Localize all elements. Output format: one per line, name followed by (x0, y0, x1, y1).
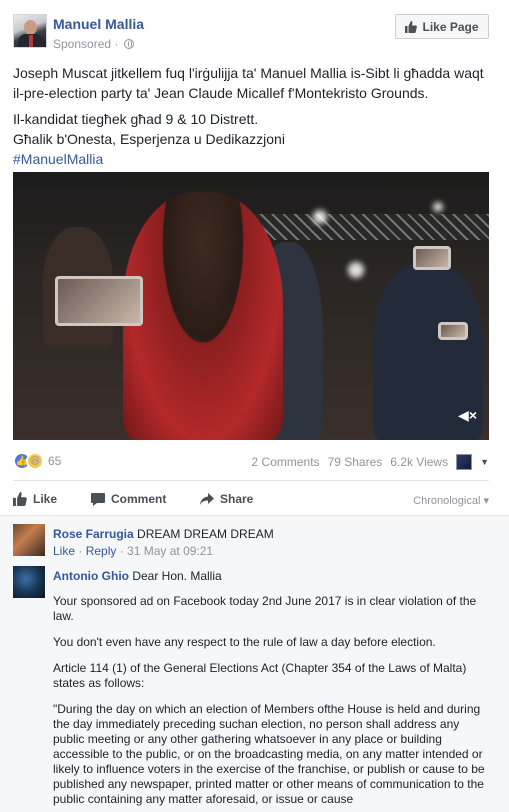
page-avatar[interactable] (13, 14, 47, 48)
post-text-line2a: Il-kandidat tiegħek għad 9 & 10 Distrett… (13, 111, 259, 127)
page-name-link[interactable]: Manuel Mallia (53, 16, 144, 32)
reactions-summary[interactable]: 👍 😆 65 (13, 452, 61, 470)
post-text-line1: Joseph Muscat jitkellem fuq l'irġulijja … (13, 65, 484, 101)
comment-paragraph: "During the day on which an election of … (53, 702, 485, 806)
sharer-avatar[interactable] (456, 454, 473, 470)
hashtag-link[interactable]: #ManuelMallia (13, 149, 497, 169)
views-count: 6.2k Views (390, 455, 449, 469)
comment-button-label: Comment (111, 492, 167, 506)
sponsored-label: Sponsored · (53, 37, 134, 51)
video-truss (243, 214, 489, 240)
thumbs-up-icon (405, 20, 418, 33)
post-actions-bar: Like Comment Share Chronological ▾ (13, 490, 489, 510)
post-header: Manuel Mallia Sponsored · Like Page (0, 0, 509, 58)
haha-reaction-icon: 😆 (26, 452, 44, 470)
comment-timestamp[interactable]: · 31 May at 09:21 (116, 544, 213, 558)
comment-paragraph: Article 114 (1) of the General Elections… (53, 661, 467, 690)
speaker-muted-icon[interactable]: ◀× (458, 407, 477, 424)
commenter-avatar[interactable] (13, 566, 45, 598)
video-player[interactable]: ◀× (13, 172, 489, 440)
comment-sort-dropdown[interactable]: Chronological ▾ (413, 494, 489, 507)
like-button-label: Like (33, 492, 58, 506)
post-text-line2b: Għalik b'Onesta, Esperjenza u Dedikazzjo… (13, 131, 285, 147)
comment-bubble-icon (91, 492, 105, 506)
comment-paragraph: Your sponsored ad on Facebook today 2nd … (53, 594, 477, 623)
comment-author-link[interactable]: Antonio Ghio (53, 569, 129, 583)
thumbs-up-icon (13, 492, 27, 506)
comments-section: Rose Farrugia DREAM DREAM DREAM Like · R… (0, 515, 509, 812)
comment-body: Your sponsored ad on Facebook today 2nd … (53, 594, 493, 812)
comment-reply-link[interactable]: Reply (86, 544, 117, 558)
phone-screen-right (413, 246, 451, 270)
comment-item: Rose Farrugia DREAM DREAM DREAM (53, 526, 274, 542)
chevron-down-icon[interactable]: ▼ (480, 457, 489, 467)
sponsored-text: Sponsored · (53, 37, 122, 51)
reaction-count: 65 (48, 454, 62, 468)
comment-text: DREAM DREAM DREAM (133, 527, 274, 541)
comment-button[interactable]: Comment (91, 492, 166, 506)
comment-paragraph: You don't even have any respect to the r… (53, 635, 436, 649)
phone-screen-mid (438, 322, 468, 340)
like-button[interactable]: Like (13, 492, 57, 506)
post-message: Joseph Muscat jitkellem fuq l'irġulijja … (13, 63, 497, 169)
globe-icon (123, 39, 134, 49)
commenter-avatar[interactable] (13, 524, 45, 556)
comment-like-link[interactable]: Like (53, 544, 75, 558)
phone-screen-left (55, 276, 143, 326)
shares-count-link[interactable]: 79 Shares (328, 455, 383, 469)
engagement-counts: 2 Comments 79 Shares 6.2k Views ▼ (252, 454, 489, 470)
like-page-button[interactable]: Like Page (395, 14, 489, 39)
post-stats: 👍 😆 65 2 Comments 79 Shares 6.2k Views ▼ (13, 452, 489, 472)
like-page-label: Like Page (422, 19, 479, 34)
comments-count-link[interactable]: 2 Comments (252, 455, 320, 469)
comment-item: Antonio Ghio Dear Hon. Mallia (53, 568, 493, 584)
stats-divider (13, 480, 489, 481)
share-button-label: Share (220, 492, 254, 506)
comment-meta: Like · Reply · 31 May at 09:21 (53, 544, 214, 558)
comment-author-link[interactable]: Rose Farrugia (53, 527, 134, 541)
share-arrow-icon (200, 493, 214, 505)
comment-text: Dear Hon. Mallia (128, 569, 222, 583)
share-button[interactable]: Share (200, 492, 253, 506)
